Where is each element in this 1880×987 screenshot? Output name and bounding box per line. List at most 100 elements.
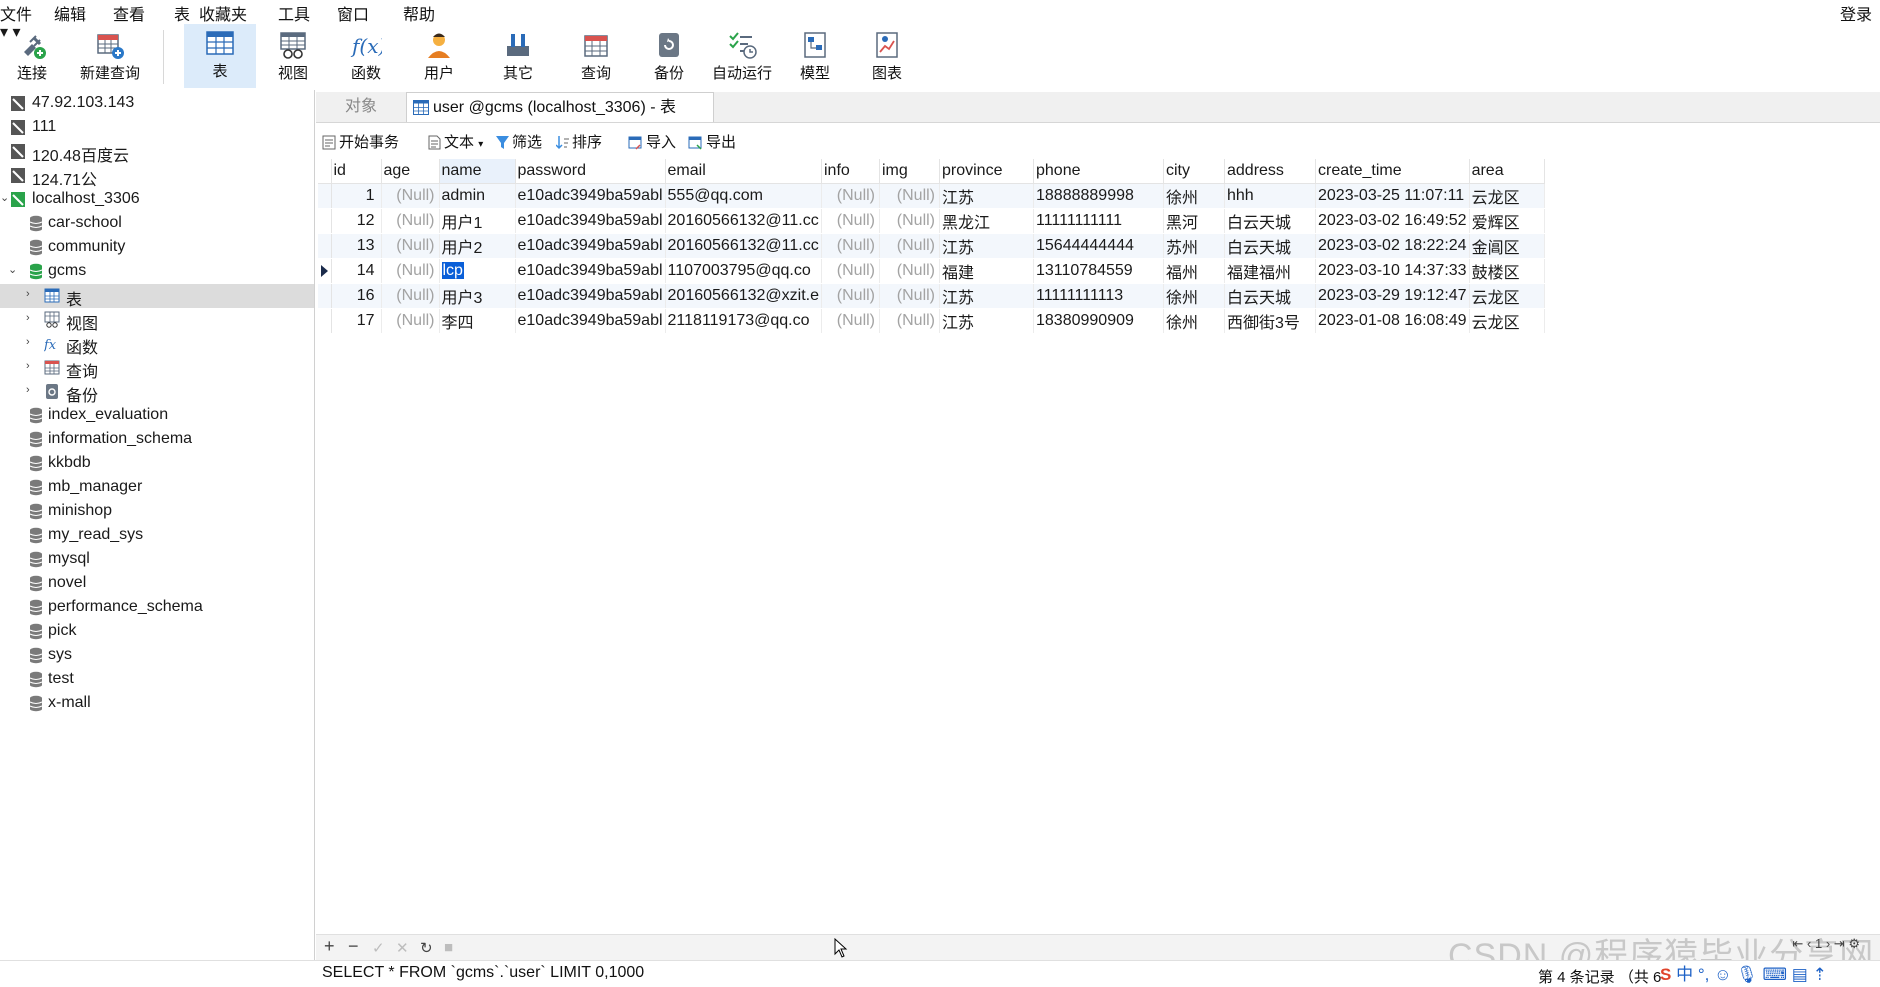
cell-area[interactable]: 鼓楼区 bbox=[1469, 258, 1545, 284]
tree-item-tables[interactable]: › 表 bbox=[0, 284, 314, 309]
view-button[interactable]: 视图 bbox=[268, 26, 318, 88]
chevron-right-icon[interactable]: › bbox=[26, 360, 36, 374]
cell-id[interactable]: 1 bbox=[331, 183, 382, 209]
cell-area[interactable]: 云龙区 bbox=[1469, 283, 1545, 309]
column-header-city[interactable]: city bbox=[1163, 159, 1225, 184]
cell-create-time[interactable]: 2023-03-02 16:49:52 bbox=[1315, 208, 1470, 234]
cell-name[interactable]: 用户1 bbox=[439, 208, 516, 234]
discard-changes-button[interactable]: ✕ bbox=[396, 939, 409, 957]
database-item[interactable]: mysql bbox=[0, 548, 314, 572]
connection-item[interactable]: 47.92.103.143 bbox=[0, 92, 314, 116]
filter-button[interactable]: 筛选 bbox=[496, 131, 542, 152]
tree-item-queries[interactable]: › 查询 bbox=[0, 356, 314, 381]
column-header-create-time[interactable]: create_time bbox=[1315, 159, 1470, 184]
column-header-name[interactable]: name bbox=[439, 159, 516, 184]
cell-age[interactable]: (Null) bbox=[381, 283, 440, 309]
chevron-right-icon[interactable]: › bbox=[26, 384, 36, 398]
stop-button[interactable]: ■ bbox=[444, 939, 453, 956]
column-header-area[interactable]: area bbox=[1469, 159, 1545, 184]
tree-item-backups[interactable]: › 备份 bbox=[0, 380, 314, 405]
cell-city[interactable]: 黑河 bbox=[1163, 208, 1225, 234]
connect-button[interactable]: 连接 bbox=[6, 26, 58, 88]
cell-info[interactable]: (Null) bbox=[821, 233, 880, 259]
cell-create-time[interactable]: 2023-01-08 16:08:49 bbox=[1315, 308, 1470, 334]
cell-area[interactable]: 金阊区 bbox=[1469, 233, 1545, 259]
cell-age[interactable]: (Null) bbox=[381, 183, 440, 209]
cell-id[interactable]: 17 bbox=[331, 308, 382, 334]
database-item[interactable]: car-school bbox=[0, 212, 314, 236]
cell-phone[interactable]: 18888889998 bbox=[1033, 183, 1164, 209]
database-item[interactable]: kkbdb bbox=[0, 452, 314, 476]
database-item[interactable]: minishop bbox=[0, 500, 314, 524]
cell-email[interactable]: 20160566132@11.cc bbox=[665, 233, 823, 259]
ime-mode[interactable]: 中 bbox=[1676, 965, 1693, 984]
database-item[interactable]: index_evaluation bbox=[0, 404, 314, 428]
cell-address[interactable]: hhh bbox=[1224, 183, 1316, 209]
cell-address[interactable]: 白云天城 bbox=[1224, 233, 1316, 259]
table-row[interactable]: 1 (Null) admin e10adc3949ba59abl 555@qq.com(… bbox=[318, 183, 1545, 209]
cell-id[interactable]: 12 bbox=[331, 208, 382, 234]
cell-name[interactable]: 用户3 bbox=[439, 283, 516, 309]
row-marker[interactable] bbox=[318, 258, 332, 284]
cell-id[interactable]: 14 bbox=[331, 258, 382, 284]
cell-city[interactable]: 徐州 bbox=[1163, 308, 1225, 334]
tab-objects[interactable]: 对象 bbox=[316, 92, 406, 122]
emoji-icon[interactable]: ☺ bbox=[1714, 965, 1731, 984]
cell-phone[interactable]: 11111111111 bbox=[1033, 208, 1164, 234]
table-row[interactable]: 12 (Null) 用户1 e10adc3949ba59abl 20160566132@… bbox=[318, 208, 1545, 234]
cell-img[interactable]: (Null) bbox=[879, 308, 940, 334]
cell-create-time[interactable]: 2023-03-29 19:12:47 bbox=[1315, 283, 1470, 309]
chevron-right-icon[interactable]: › bbox=[26, 312, 36, 326]
punctuation-icon[interactable]: °, bbox=[1698, 965, 1710, 984]
cell-phone[interactable]: 15644444444 bbox=[1033, 233, 1164, 259]
cell-password[interactable]: e10adc3949ba59abl bbox=[515, 233, 666, 259]
cell-email[interactable]: 1107003795@qq.co bbox=[665, 258, 823, 284]
database-item[interactable]: mb_manager bbox=[0, 476, 314, 500]
cell-email[interactable]: 20160566132@11.cc bbox=[665, 208, 823, 234]
text-view-button[interactable]: 文本 ▾ bbox=[428, 131, 483, 152]
column-header-province[interactable]: province bbox=[939, 159, 1034, 184]
backup-button[interactable]: 备份 bbox=[644, 26, 694, 88]
settings-icon[interactable]: ⚙ bbox=[1848, 936, 1860, 951]
cell-address[interactable]: 西御街3号 bbox=[1224, 308, 1316, 334]
database-item[interactable]: performance_schema bbox=[0, 596, 314, 620]
chevron-down-icon[interactable]: ⌄ bbox=[0, 191, 10, 205]
database-item[interactable]: pick bbox=[0, 620, 314, 644]
cell-area[interactable]: 云龙区 bbox=[1469, 183, 1545, 209]
tree-item-views[interactable]: › 视图 bbox=[0, 308, 314, 333]
cell-create-time[interactable]: 2023-03-02 18:22:24 bbox=[1315, 233, 1470, 259]
tab-user-table[interactable]: user @gcms (localhost_3306) - 表 bbox=[406, 92, 714, 122]
connection-item-localhost[interactable]: ⌄ localhost_3306 bbox=[0, 188, 314, 212]
model-button[interactable]: 模型 bbox=[790, 26, 840, 88]
cell-city[interactable]: 苏州 bbox=[1163, 233, 1225, 259]
database-item[interactable]: sys bbox=[0, 644, 314, 668]
first-page-icon[interactable]: ⇤ bbox=[1792, 936, 1803, 951]
cell-address[interactable]: 白云天城 bbox=[1224, 283, 1316, 309]
chevron-down-icon[interactable]: ▾ bbox=[478, 139, 483, 150]
row-marker[interactable] bbox=[318, 283, 332, 309]
cell-province[interactable]: 福建 bbox=[939, 258, 1034, 284]
cell-create-time[interactable]: 2023-03-25 11:07:11 bbox=[1315, 183, 1470, 209]
table-row[interactable]: 17 (Null) 李四 e10adc3949ba59abl 2118119173@qq… bbox=[318, 308, 1545, 334]
selected-text[interactable]: lcp bbox=[441, 262, 464, 279]
begin-transaction-button[interactable]: 开始事务 bbox=[322, 131, 399, 152]
cell-password[interactable]: e10adc3949ba59abl bbox=[515, 183, 666, 209]
row-marker[interactable] bbox=[318, 233, 332, 259]
database-item[interactable]: x-mall bbox=[0, 692, 314, 716]
connection-item[interactable]: 111 bbox=[0, 116, 314, 140]
export-button[interactable]: 导出 bbox=[688, 131, 736, 152]
cell-phone[interactable]: 18380990909 bbox=[1033, 308, 1164, 334]
table-row[interactable]: 16 (Null) 用户3 e10adc3949ba59abl 20160566132@… bbox=[318, 283, 1545, 309]
cell-name[interactable]: 李四 bbox=[439, 308, 516, 334]
cell-img[interactable]: (Null) bbox=[879, 233, 940, 259]
cell-email[interactable]: 20160566132@xzit.e bbox=[665, 283, 823, 309]
cell-phone[interactable]: 13110784559 bbox=[1033, 258, 1164, 284]
cell-province[interactable]: 江苏 bbox=[939, 283, 1034, 309]
add-record-button[interactable]: + bbox=[324, 936, 335, 957]
cell-id[interactable]: 13 bbox=[331, 233, 382, 259]
sort-button[interactable]: 排序 bbox=[555, 131, 602, 152]
cell-city[interactable]: 福州 bbox=[1163, 258, 1225, 284]
database-item[interactable]: novel bbox=[0, 572, 314, 596]
table-row[interactable]: 13 (Null) 用户2 e10adc3949ba59abl 20160566132@… bbox=[318, 233, 1545, 259]
import-button[interactable]: 导入 bbox=[628, 131, 676, 152]
